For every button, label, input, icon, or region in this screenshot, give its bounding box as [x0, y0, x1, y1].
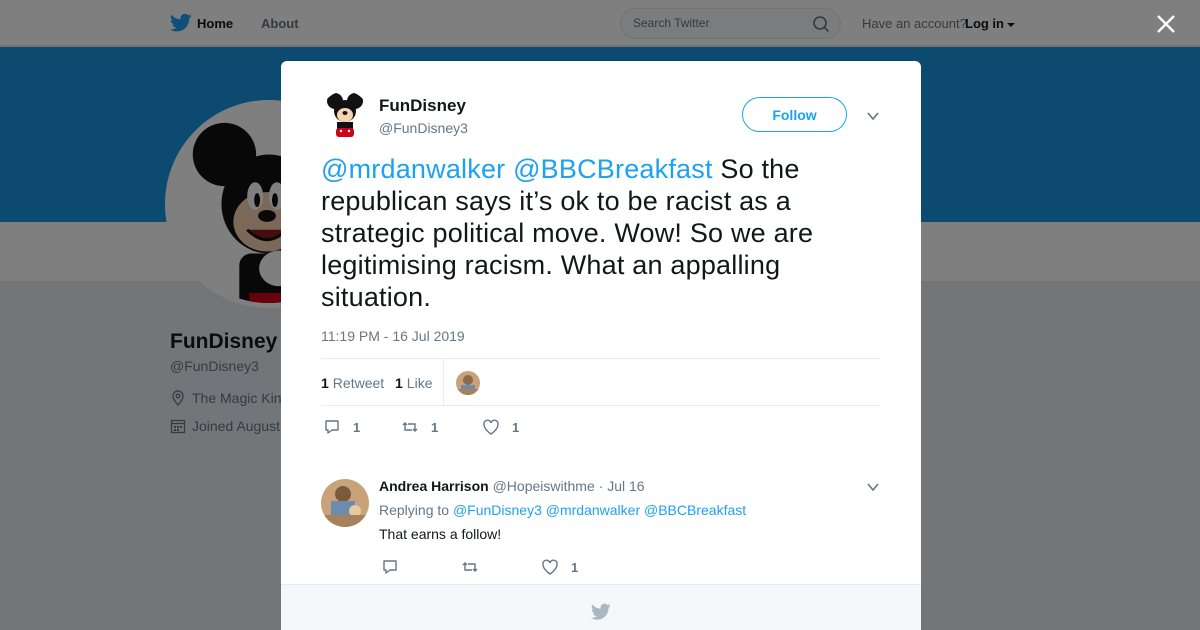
reply-avatar[interactable]	[321, 479, 369, 527]
reply-text: That earns a follow!	[379, 526, 502, 542]
retweet-stat[interactable]: 1 Retweet	[321, 375, 384, 391]
author-name[interactable]: FunDisney	[379, 96, 466, 116]
retweet-button[interactable]: 1	[401, 417, 438, 437]
chevron-down-icon[interactable]	[866, 109, 880, 123]
reply-author-handle[interactable]: @Hopeiswithme	[493, 478, 595, 494]
like-count: 1	[395, 375, 403, 391]
tweet-modal: FunDisney @FunDisney3 Follow @mrdanwalke…	[281, 61, 921, 630]
twitter-bird-icon	[591, 603, 611, 620]
chevron-down-icon[interactable]	[866, 480, 880, 494]
retweet-action-count: 1	[431, 419, 439, 435]
retweet-icon	[462, 562, 478, 572]
reply-icon	[325, 420, 339, 434]
like-stat-label: Like	[406, 375, 433, 391]
stats-divider	[443, 359, 444, 406]
retweet-stat-label: Retweet	[332, 375, 385, 391]
author-handle[interactable]: @FunDisney3	[379, 120, 468, 136]
retweet-icon	[402, 422, 418, 432]
like-action-count: 1	[512, 419, 520, 435]
reply-tweet[interactable]: Andrea Harrison @Hopeiswithme · Jul 16 R…	[321, 477, 881, 587]
reply-author-name[interactable]: Andrea Harrison	[379, 478, 489, 494]
tweet-timestamp[interactable]: 11:19 PM - 16 Jul 2019	[321, 328, 465, 344]
like-stat[interactable]: 1 Like	[395, 375, 432, 391]
mention-link[interactable]: @BBCBreakfast	[513, 154, 713, 184]
retweet-count: 1	[321, 375, 329, 391]
author-avatar[interactable]	[321, 91, 369, 139]
follow-button[interactable]: Follow	[742, 97, 847, 132]
tweet-stats: 1 Retweet 1 Like	[321, 358, 881, 406]
retweet-button[interactable]	[461, 557, 479, 577]
reply-date[interactable]: Jul 16	[607, 478, 644, 494]
reply-mention-link[interactable]: @BBCBreakfast	[644, 502, 746, 518]
heart-icon	[483, 419, 499, 435]
replying-to-label: Replying to	[379, 502, 450, 518]
reply-mention-link[interactable]: @FunDisney3	[453, 502, 542, 518]
tweet-text: @mrdanwalker @BBCBreakfast So the republ…	[321, 153, 881, 313]
close-icon[interactable]	[1154, 12, 1178, 36]
mention-link[interactable]: @mrdanwalker	[321, 154, 505, 184]
tweet-actions: 1 1 1	[321, 417, 621, 437]
like-button[interactable]: 1	[541, 557, 578, 577]
reply-icon	[383, 560, 397, 574]
reply-separator: ·	[598, 478, 604, 494]
reply-button[interactable]: 1	[323, 417, 360, 437]
reply-header: Andrea Harrison @Hopeiswithme · Jul 16	[379, 478, 645, 494]
modal-footer	[281, 584, 921, 630]
reply-avatar-image	[321, 479, 369, 527]
reply-mention-link[interactable]: @mrdanwalker	[546, 502, 640, 518]
heart-icon	[542, 559, 558, 575]
liker-avatar-image	[456, 371, 480, 395]
reply-like-count: 1	[571, 559, 579, 575]
mickey-avatar-small	[327, 93, 363, 137]
reply-actions: 1	[379, 557, 679, 577]
replying-to: Replying to @FunDisney3 @mrdanwalker @BB…	[379, 502, 746, 518]
reply-count: 1	[353, 419, 361, 435]
like-button[interactable]: 1	[482, 417, 519, 437]
reply-button[interactable]	[381, 557, 399, 577]
liker-avatar[interactable]	[456, 371, 480, 395]
